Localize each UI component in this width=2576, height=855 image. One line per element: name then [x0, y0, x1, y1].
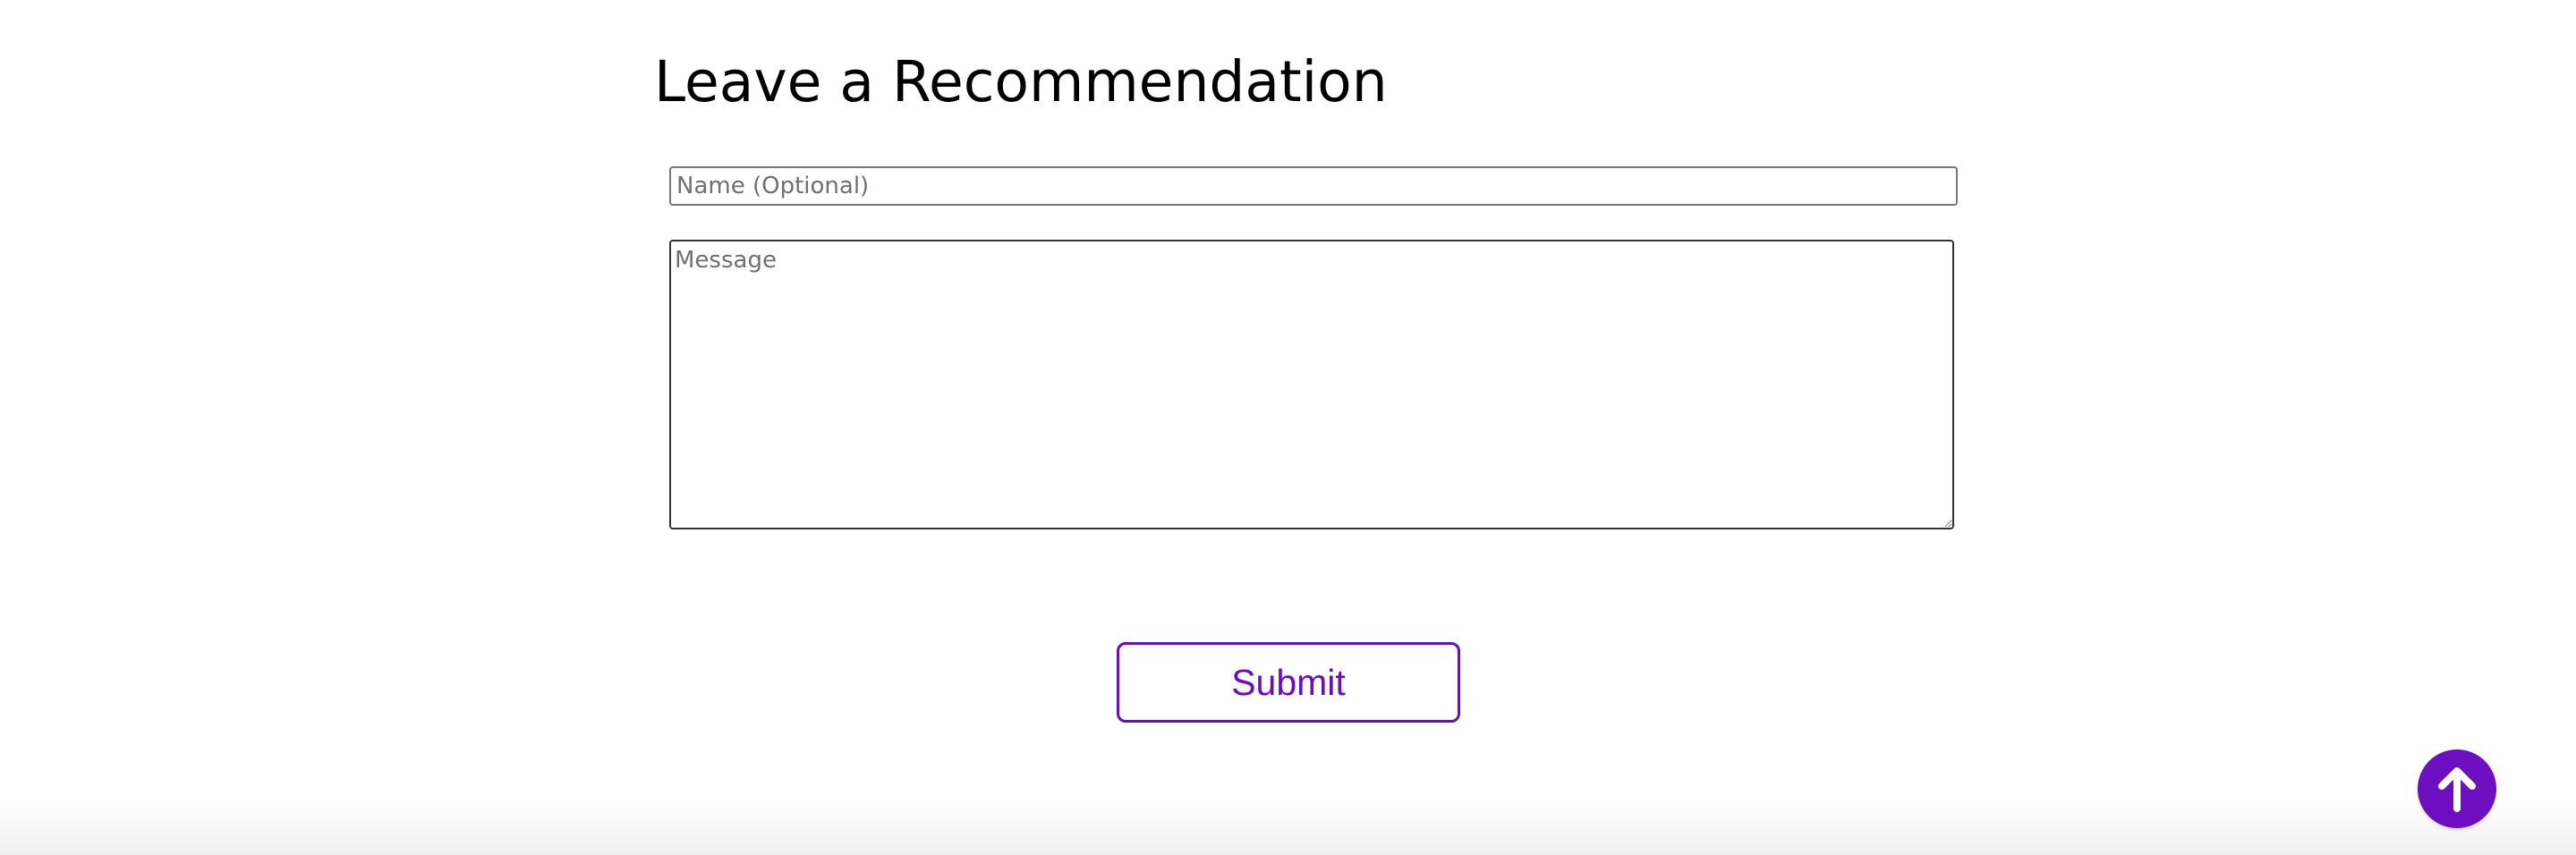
arrow-up-icon — [2438, 767, 2476, 812]
name-input[interactable] — [669, 166, 1958, 206]
message-textarea[interactable] — [669, 240, 1954, 529]
footer-shadow — [0, 801, 2576, 855]
submit-button[interactable]: Submit — [1117, 642, 1460, 723]
scroll-to-top-button[interactable] — [2418, 749, 2496, 828]
section-title: Leave a Recommendation — [654, 49, 1388, 114]
